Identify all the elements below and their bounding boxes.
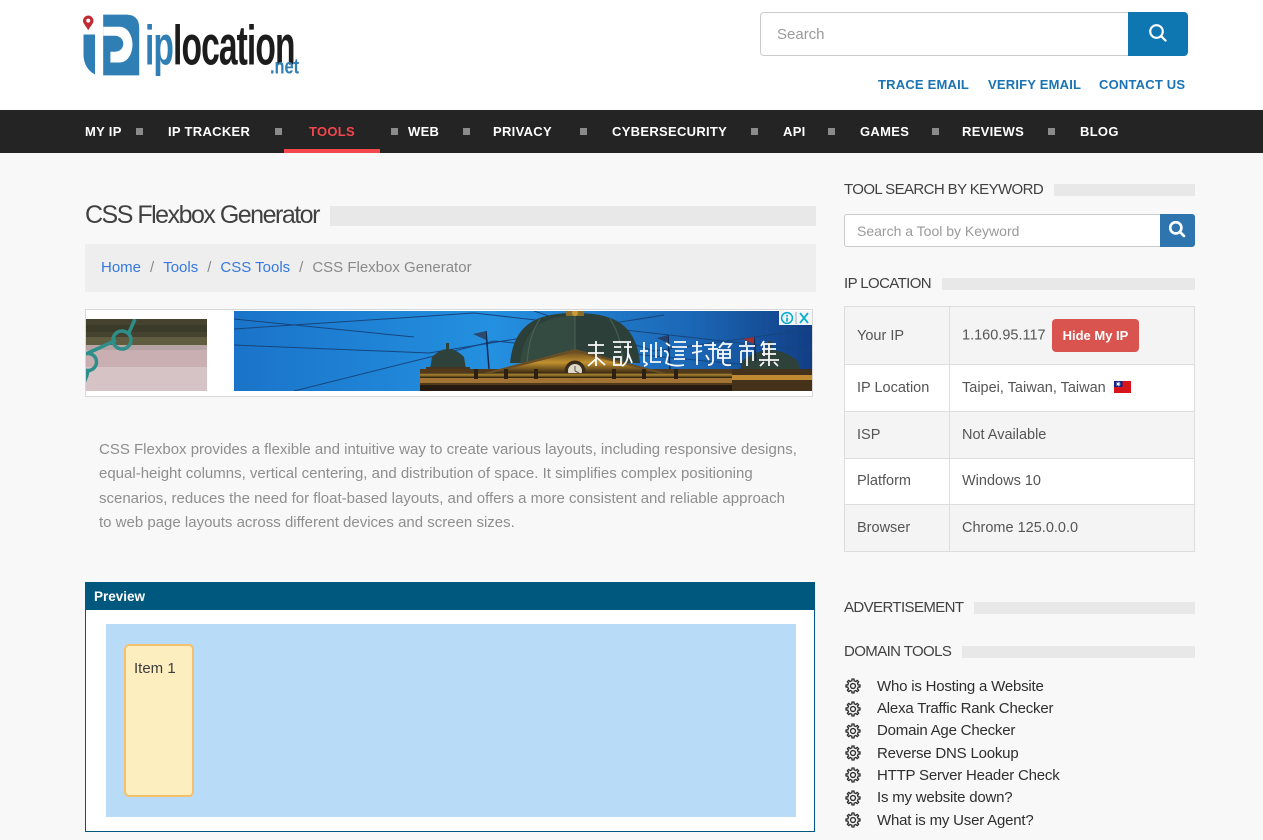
- svg-text:.net: .net: [270, 55, 300, 78]
